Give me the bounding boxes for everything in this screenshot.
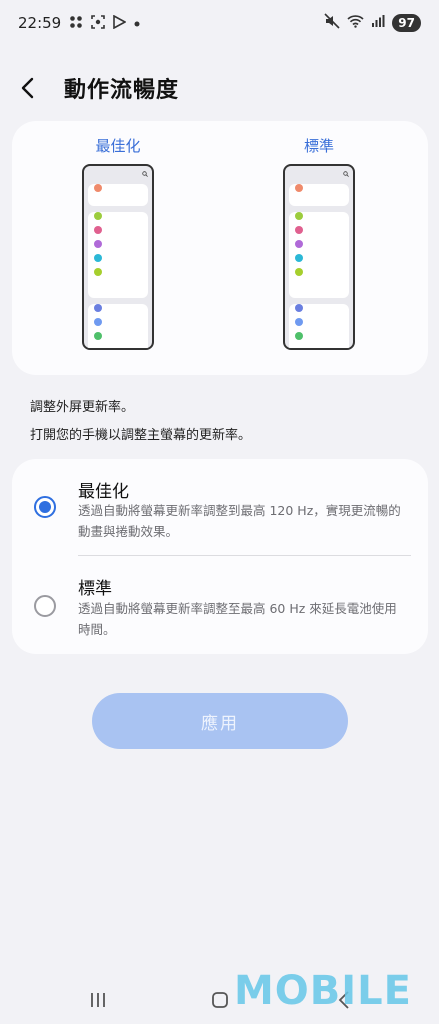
preview-optimized: 最佳化 (58, 135, 178, 350)
recent-apps-icon[interactable] (86, 985, 110, 1015)
home-icon[interactable] (208, 985, 232, 1015)
mock-dot (295, 268, 303, 276)
screenshot-icon (91, 14, 106, 32)
option-standard-title: 標準 (78, 579, 112, 599)
option-optimized-title: 最佳化 (78, 482, 129, 502)
dot-icon (134, 16, 140, 30)
description-line-1: 調整外屏更新率。 (30, 400, 135, 415)
mock-dot (295, 318, 303, 326)
preview-standard-label: 標準 (303, 137, 334, 155)
radio-optimized[interactable] (34, 496, 56, 518)
description-line-2: 打開您的手機以調整主螢幕的更新率。 (30, 428, 252, 443)
mock-dot (295, 212, 303, 220)
mock-dot (295, 240, 303, 248)
mock-dot (295, 304, 303, 312)
apply-button[interactable]: 應用 (92, 693, 348, 749)
preview-optimized-label: 最佳化 (95, 137, 141, 155)
mock-dot (295, 184, 303, 192)
mock-card (88, 212, 148, 298)
mock-dot (94, 226, 102, 234)
signal-icon (371, 14, 385, 32)
mock-card (88, 304, 148, 348)
mock-dot (94, 240, 102, 248)
radio-standard[interactable] (34, 595, 56, 617)
play-store-icon (113, 14, 127, 32)
search-icon (289, 170, 349, 178)
mock-dot (94, 254, 102, 262)
preview-card: 最佳化 標準 (12, 121, 428, 375)
app-bar: 動作流暢度 (20, 68, 179, 108)
phone-mockup-standard (283, 164, 355, 350)
mute-icon (324, 13, 340, 33)
status-time: 22:59 (18, 14, 62, 32)
apps-icon (69, 15, 83, 32)
option-optimized-desc: 透過自動將螢幕更新率調整到最高 120 Hz，實現更流暢的動畫與捲動效果。 (78, 503, 401, 539)
mock-dot (94, 318, 102, 326)
mock-dot (94, 304, 102, 312)
watermark-logo: MOBILE (234, 968, 412, 1014)
back-arrow-icon[interactable] (20, 68, 50, 108)
search-icon (88, 170, 148, 178)
refresh-rate-options: 最佳化 透過自動將螢幕更新率調整到最高 120 Hz，實現更流暢的動畫與捲動效果… (12, 459, 428, 654)
screen: 22:59 97 動作流暢度 最佳化 標準 調整外屏更新率。 打開您的手機以調整… (0, 0, 439, 1024)
mock-card (289, 184, 349, 206)
status-bar: 22:59 97 (0, 0, 439, 46)
mock-card (289, 212, 349, 298)
mock-card (88, 184, 148, 206)
mock-dot (94, 184, 102, 192)
preview-standard: 標準 (259, 135, 379, 350)
mock-dot (295, 226, 303, 234)
mock-dot (94, 332, 102, 340)
mock-card (289, 304, 349, 348)
mock-dot (94, 212, 102, 220)
phone-mockup-optimized (82, 164, 154, 350)
wifi-icon (347, 14, 364, 32)
mock-dot (295, 254, 303, 262)
option-standard-desc: 透過自動將螢幕更新率調整至最高 60 Hz 來延長電池使用時間。 (78, 601, 397, 637)
option-optimized[interactable]: 最佳化 透過自動將螢幕更新率調整到最高 120 Hz，實現更流暢的動畫與捲動效果… (12, 459, 428, 555)
mock-dot (295, 332, 303, 340)
page-title: 動作流暢度 (64, 78, 180, 103)
mock-dot (94, 268, 102, 276)
battery-indicator: 97 (392, 14, 421, 32)
option-standard[interactable]: 標準 透過自動將螢幕更新率調整至最高 60 Hz 來延長電池使用時間。 (12, 556, 428, 654)
